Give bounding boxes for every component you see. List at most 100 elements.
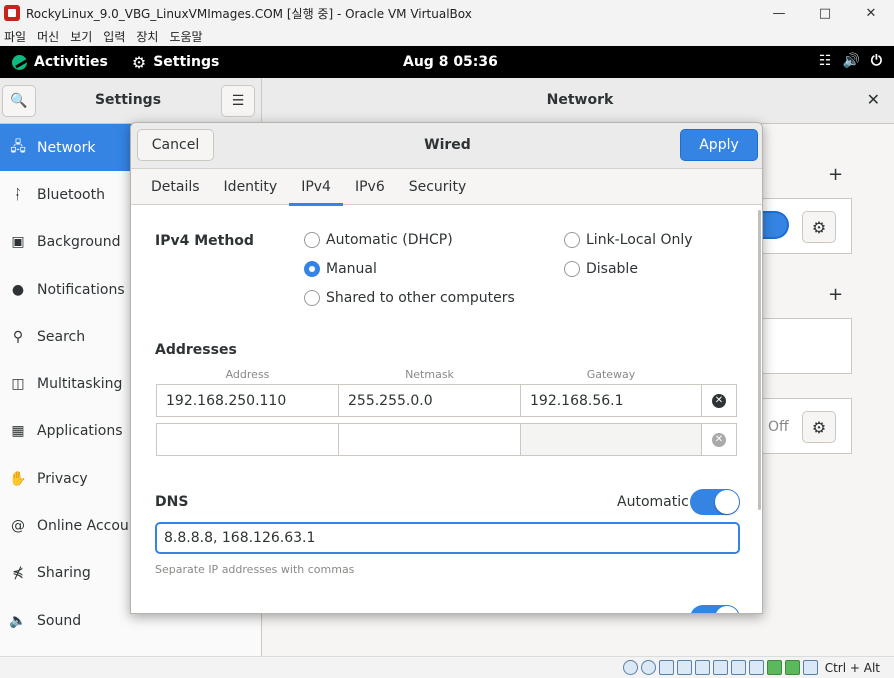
ipv4-method-label: IPv4 Method: [155, 233, 254, 249]
display-icon[interactable]: [730, 660, 746, 675]
netmask-field[interactable]: 255.255.0.0: [338, 384, 521, 417]
tab-identity[interactable]: Identity: [212, 169, 290, 205]
tab-security[interactable]: Security: [397, 169, 479, 205]
mouse-integration-icon[interactable]: [784, 660, 800, 675]
dns-hint: Separate IP addresses with commas: [155, 563, 355, 576]
radio-shared[interactable]: [304, 290, 320, 306]
switch-knob: [715, 490, 739, 514]
close-icon[interactable]: ✕: [867, 90, 880, 109]
dns-automatic-label: Automatic: [617, 494, 689, 510]
page-title: Network: [546, 92, 614, 108]
column-netmask: Netmask: [405, 368, 454, 381]
netmask-field[interactable]: [338, 423, 521, 456]
gnome-top-bar: Activities ⚙ Settings Aug 8 05:36 ☷ 🔊 ⏻: [0, 46, 894, 78]
gateway-field[interactable]: [520, 423, 702, 456]
activities-label: Activities: [34, 54, 108, 70]
volume-icon: 🔊: [842, 53, 860, 69]
hand-icon: ✋: [9, 470, 27, 487]
vpn-card: [762, 318, 852, 374]
hamburger-icon: ☰: [231, 93, 245, 109]
addresses-label: Addresses: [155, 342, 237, 358]
host-menu-bar: 파일 머신 보기 입력 장치 도움말: [0, 26, 894, 46]
shared-folders-icon[interactable]: [712, 660, 728, 675]
search-icon: ⚲: [12, 328, 24, 345]
wired-settings-button[interactable]: ⚙: [802, 211, 836, 243]
addresses-table: 192.168.250.110 255.255.0.0 192.168.56.1…: [156, 384, 738, 462]
bell-icon: ●: [11, 281, 25, 298]
applications-icon: ▦: [11, 423, 25, 440]
gateway-field[interactable]: 192.168.56.1: [520, 384, 702, 417]
menu-devices[interactable]: 장치: [132, 28, 165, 45]
method-dhcp[interactable]: Automatic (DHCP): [304, 232, 453, 248]
menu-file[interactable]: 파일: [0, 28, 33, 45]
menu-machine[interactable]: 머신: [33, 28, 66, 45]
sidebar-title: Settings: [94, 92, 162, 108]
ipv4-content: IPv4 Method Automatic (DHCP) Manual Shar…: [131, 206, 762, 613]
routes-automatic-switch[interactable]: [690, 605, 740, 613]
maximize-icon[interactable]: □: [802, 0, 848, 26]
switch-knob: [715, 606, 739, 613]
method-manual[interactable]: Manual: [304, 261, 377, 277]
rocky-logo-icon: [12, 54, 27, 70]
host-status-bar: Ctrl + Alt: [0, 656, 894, 678]
network-adapter-icon[interactable]: [676, 660, 692, 675]
dns-automatic-switch[interactable]: [690, 489, 740, 515]
audio-icon[interactable]: [658, 660, 674, 675]
activities-button[interactable]: Activities: [12, 54, 108, 70]
recording-icon[interactable]: [748, 660, 764, 675]
gear-icon: ⚙: [131, 52, 147, 72]
host-window-title: RockyLinux_9.0_VBG_LinuxVMImages.COM [실행…: [26, 6, 472, 21]
wired-toggle-edge[interactable]: [761, 211, 789, 239]
menu-input[interactable]: 입력: [99, 28, 132, 45]
delete-address-button[interactable]: ✕: [701, 384, 737, 417]
network-wired-icon: ☷: [818, 53, 832, 69]
menu-help[interactable]: 도움말: [165, 28, 209, 45]
method-disable[interactable]: Disable: [564, 261, 638, 277]
close-window-icon[interactable]: ✕: [848, 0, 894, 26]
table-row: 192.168.250.110 255.255.0.0 192.168.56.1…: [156, 384, 738, 417]
vt-x-icon[interactable]: [766, 660, 782, 675]
tab-ipv4[interactable]: IPv4: [289, 169, 343, 206]
keyboard-capture-icon[interactable]: [802, 660, 818, 675]
host-key-label: Ctrl + Alt: [824, 660, 880, 675]
proxy-settings-button[interactable]: ⚙: [802, 411, 836, 443]
clock[interactable]: Aug 8 05:36: [403, 54, 498, 70]
menu-view[interactable]: 보기: [66, 28, 99, 45]
minimize-icon[interactable]: —: [756, 0, 802, 26]
address-field[interactable]: 192.168.250.110: [156, 384, 339, 417]
add-vpn-icon[interactable]: +: [828, 284, 843, 305]
share-icon: ⋠: [12, 565, 24, 582]
host-title-bar: RockyLinux_9.0_VBG_LinuxVMImages.COM [실행…: [0, 0, 894, 26]
dns-input[interactable]: 8.8.8.8, 168.126.63.1: [155, 522, 740, 554]
method-shared[interactable]: Shared to other computers: [304, 290, 515, 306]
system-tray[interactable]: ☷ 🔊 ⏻: [819, 53, 882, 69]
method-link-local[interactable]: Link-Local Only: [564, 232, 693, 248]
hamburger-menu-button[interactable]: ☰: [221, 85, 255, 117]
delete-address-button[interactable]: ✕: [701, 423, 737, 456]
radio-link-local[interactable]: [564, 232, 580, 248]
address-field[interactable]: [156, 423, 339, 456]
delete-icon: ✕: [712, 432, 726, 447]
power-icon: ⏻: [870, 53, 882, 69]
scrollbar[interactable]: [758, 210, 761, 510]
network-icon: 🖧: [10, 138, 26, 155]
optical-drive-icon[interactable]: [640, 660, 656, 675]
usb-icon[interactable]: [694, 660, 710, 675]
radio-manual[interactable]: [304, 261, 320, 277]
main-header: Network ✕: [262, 78, 894, 124]
apply-button[interactable]: Apply: [680, 129, 758, 161]
sidebar-header: 🔍 Settings ☰: [0, 78, 262, 124]
add-connection-icon[interactable]: +: [828, 164, 843, 185]
app-menu[interactable]: ⚙ Settings: [132, 53, 219, 72]
hard-disk-icon[interactable]: [622, 660, 638, 675]
wired-card: ⚙: [761, 198, 852, 254]
radio-dhcp[interactable]: [304, 232, 320, 248]
table-row: ✕: [156, 423, 738, 456]
tab-details[interactable]: Details: [139, 169, 212, 205]
proxy-card: Off ⚙: [762, 398, 852, 454]
radio-disable[interactable]: [564, 261, 580, 277]
app-menu-label: Settings: [153, 54, 220, 70]
dialog-title: Wired: [424, 137, 471, 153]
tab-ipv6[interactable]: IPv6: [343, 169, 397, 205]
column-gateway: Gateway: [586, 368, 636, 381]
